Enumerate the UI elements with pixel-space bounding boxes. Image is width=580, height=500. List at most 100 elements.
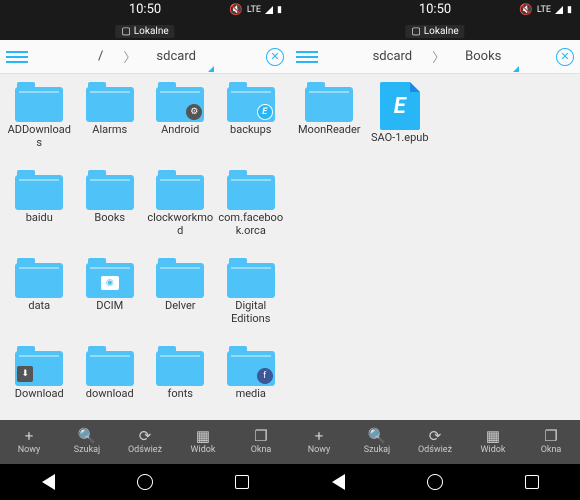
toolbar-label: Szukaj [74, 445, 100, 455]
battery-icon: ▮ [567, 5, 572, 15]
refresh-icon: ⟳ [429, 429, 442, 444]
breadcrumb[interactable]: / 〉 sdcard [28, 47, 266, 66]
camera-icon: ◉ [101, 276, 119, 290]
item-label: Books [77, 212, 143, 225]
windows-icon: ❐ [544, 429, 557, 444]
status-bar: 10:50 🔇 LTE ▮ ▢ Lokalne [0, 0, 290, 40]
mute-icon: 🔇 [229, 3, 243, 16]
signal-icon [265, 6, 273, 14]
folder-icon [86, 346, 134, 386]
bottom-toolbar: +Nowy🔍Szukaj⟳Odśwież▦Widok❐Okna [290, 420, 580, 464]
folder-item[interactable]: fonts [145, 346, 216, 420]
file-grid[interactable]: MoonReaderESAO-1.epub [290, 74, 580, 420]
folder-icon [156, 258, 204, 298]
folder-item[interactable]: ⚙Android [145, 82, 216, 168]
status-time: 10:50 [419, 2, 451, 17]
recents-button[interactable] [231, 471, 253, 493]
folder-icon [15, 82, 63, 122]
folder-item[interactable]: data [4, 258, 75, 344]
folder-icon [156, 170, 204, 210]
bottom-toolbar: +Nowy🔍Szukaj⟳Odśwież▦Widok❐Okna [0, 420, 290, 464]
close-icon[interactable]: ✕ [556, 48, 574, 66]
folder-item[interactable]: f media [216, 346, 287, 420]
menu-icon[interactable] [296, 51, 318, 63]
folder-icon [227, 170, 275, 210]
breadcrumb-bar: sdcard 〉 Books ✕ [290, 40, 580, 74]
folder-item[interactable]: ADDownloads [4, 82, 75, 168]
grid-icon: ▦ [486, 429, 500, 444]
folder-icon [86, 170, 134, 210]
folder-item[interactable]: Alarms [75, 82, 146, 168]
breadcrumb[interactable]: sdcard 〉 Books [318, 47, 556, 66]
file-grid[interactable]: ADDownloadsAlarms⚙AndroidEbackupsbaiduBo… [0, 74, 290, 420]
toolbar-szukaj-button[interactable]: 🔍Szukaj [58, 420, 116, 464]
menu-icon[interactable] [6, 51, 28, 63]
toolbar-widok-button[interactable]: ▦Widok [464, 420, 522, 464]
toolbar-label: Odśwież [128, 445, 162, 455]
search-icon: 🔍 [368, 429, 387, 444]
network-label: LTE [537, 5, 551, 15]
folder-icon: ◉ [86, 258, 134, 298]
crumb-parent[interactable]: / [98, 49, 103, 64]
file-item[interactable]: ESAO-1.epub [365, 82, 436, 168]
local-label: Lokalne [424, 26, 459, 37]
item-label: baidu [6, 212, 72, 225]
item-label: Download [6, 388, 72, 401]
folder-item[interactable]: Books [75, 170, 146, 256]
item-label: ADDownloads [6, 124, 72, 149]
toolbar-label: Widok [191, 445, 216, 455]
toolbar-label: Okna [251, 445, 272, 455]
folder-item[interactable]: MoonReader [294, 82, 365, 168]
status-icons: 🔇 LTE ▮ [229, 3, 282, 16]
item-label: SAO-1.epub [367, 132, 433, 145]
toolbar-label: Szukaj [364, 445, 390, 455]
crumb-current[interactable]: Books [465, 49, 501, 64]
home-button[interactable] [424, 471, 446, 493]
home-button[interactable] [134, 471, 156, 493]
network-label: LTE [247, 5, 261, 15]
folder-item[interactable]: download [75, 346, 146, 420]
item-label: Digital Editions [218, 300, 284, 325]
toolbar-widok-button[interactable]: ▦Widok [174, 420, 232, 464]
recents-button[interactable] [521, 471, 543, 493]
item-label: MoonReader [296, 124, 362, 137]
refresh-icon: ⟳ [139, 429, 152, 444]
crumb-parent[interactable]: sdcard [373, 49, 413, 64]
toolbar-nowy-button[interactable]: +Nowy [290, 420, 348, 464]
item-label: clockworkmod [147, 212, 213, 237]
item-label: download [77, 388, 143, 401]
item-label: DCIM [77, 300, 143, 313]
folder-item[interactable]: ⬇Download [4, 346, 75, 420]
folder-item[interactable]: ◉ DCIM [75, 258, 146, 344]
folder-item[interactable]: Delver [145, 258, 216, 344]
es-icon: E [257, 104, 273, 120]
folder-item[interactable]: baidu [4, 170, 75, 256]
toolbar-okna-button[interactable]: ❐Okna [232, 420, 290, 464]
crumb-current[interactable]: sdcard [156, 49, 196, 64]
back-button[interactable] [37, 471, 59, 493]
toolbar-label: Nowy [308, 445, 331, 455]
facebook-icon: f [257, 368, 273, 384]
toolbar-nowy-button[interactable]: +Nowy [0, 420, 58, 464]
toolbar-odśwież-button[interactable]: ⟳Odśwież [406, 420, 464, 464]
folder-icon [227, 258, 275, 298]
local-chip[interactable]: ▢ Lokalne [115, 25, 174, 38]
local-chip[interactable]: ▢ Lokalne [405, 25, 464, 38]
item-label: media [218, 388, 284, 401]
item-label: backups [218, 124, 284, 137]
folder-item[interactable]: clockworkmod [145, 170, 216, 256]
toolbar-szukaj-button[interactable]: 🔍Szukaj [348, 420, 406, 464]
item-label: Android [147, 124, 213, 137]
toolbar-okna-button[interactable]: ❐Okna [522, 420, 580, 464]
folder-item[interactable]: Digital Editions [216, 258, 287, 344]
folder-icon [15, 170, 63, 210]
folder-item[interactable]: com.facebook.orca [216, 170, 287, 256]
folder-item[interactable]: Ebackups [216, 82, 287, 168]
close-icon[interactable]: ✕ [266, 48, 284, 66]
folder-icon [156, 346, 204, 386]
signal-icon [555, 6, 563, 14]
toolbar-odśwież-button[interactable]: ⟳Odśwież [116, 420, 174, 464]
back-button[interactable] [327, 471, 349, 493]
mute-icon: 🔇 [519, 3, 533, 16]
phone-right: 10:50 🔇 LTE ▮ ▢ Lokalne sdcard 〉 Books ✕… [290, 0, 580, 500]
